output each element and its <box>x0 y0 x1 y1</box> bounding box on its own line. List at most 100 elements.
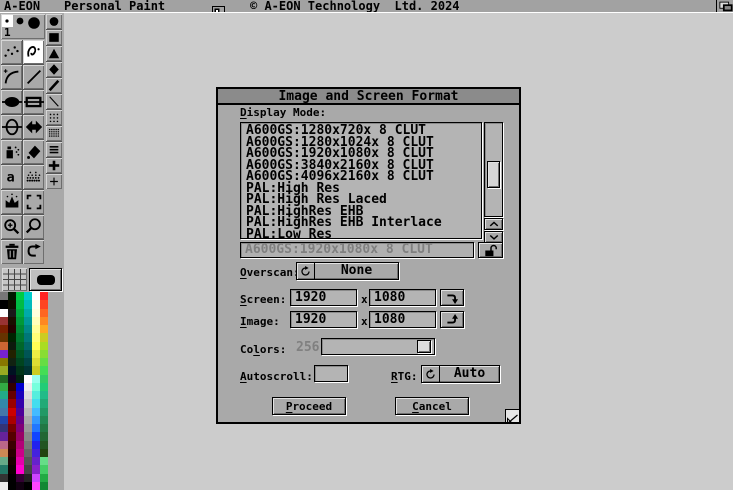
palette-swatch[interactable] <box>16 317 24 325</box>
palette-swatch[interactable] <box>0 432 8 440</box>
palette-swatch[interactable] <box>8 366 16 374</box>
palette-swatch[interactable] <box>32 383 40 391</box>
lock-button[interactable] <box>478 242 503 258</box>
airbrush-tool[interactable] <box>1 140 22 164</box>
palette-swatch[interactable] <box>24 416 32 424</box>
cancel-button[interactable]: Cancel <box>395 397 469 415</box>
freehand-tool[interactable] <box>23 40 44 64</box>
palette-swatch[interactable] <box>24 383 32 391</box>
palette-swatch[interactable] <box>40 424 48 432</box>
palette-swatch[interactable] <box>24 375 32 383</box>
plus-brush[interactable] <box>46 174 62 189</box>
palette-swatch[interactable] <box>16 482 24 490</box>
rectangle-tool[interactable] <box>23 90 44 114</box>
palette-swatch[interactable] <box>8 317 16 325</box>
palette-swatch[interactable] <box>32 309 40 317</box>
palette-swatch[interactable] <box>16 358 24 366</box>
palette-swatch[interactable] <box>24 309 32 317</box>
palette-swatch[interactable] <box>0 424 8 432</box>
palette-swatch[interactable] <box>0 399 8 407</box>
palette-swatch[interactable] <box>8 408 16 416</box>
palette-swatch[interactable] <box>32 325 40 333</box>
palette-swatch[interactable] <box>16 350 24 358</box>
palette-swatch[interactable] <box>32 441 40 449</box>
palette-swatch[interactable] <box>24 317 32 325</box>
cross-brush[interactable] <box>46 158 62 173</box>
palette-swatch[interactable] <box>32 465 40 473</box>
text-tool[interactable]: a <box>1 165 22 189</box>
palette-swatch[interactable] <box>8 424 16 432</box>
palette-swatch[interactable] <box>0 441 8 449</box>
autoscroll-field[interactable] <box>314 365 348 382</box>
palette-swatch[interactable] <box>40 309 48 317</box>
palette-swatch[interactable] <box>40 292 48 300</box>
transparency-grid-icon[interactable] <box>2 268 27 291</box>
display-mode-list[interactable]: A600GS:1280x720x 8 CLUTA600GS:1280x1024x… <box>240 122 482 239</box>
round-brush[interactable] <box>46 14 62 29</box>
dotted-freehand-tool[interactable] <box>1 40 22 64</box>
palette-swatch[interactable] <box>24 441 32 449</box>
palette-swatch[interactable] <box>24 391 32 399</box>
palette-swatch[interactable] <box>32 432 40 440</box>
palette-swatch[interactable] <box>16 333 24 341</box>
palette-swatch[interactable] <box>32 342 40 350</box>
palette-swatch[interactable] <box>16 399 24 407</box>
palette-swatch[interactable] <box>16 432 24 440</box>
palette-swatch[interactable] <box>8 383 16 391</box>
palette-swatch[interactable] <box>40 416 48 424</box>
palette-swatch[interactable] <box>16 465 24 473</box>
palette-swatch[interactable] <box>8 333 16 341</box>
palette-swatch[interactable] <box>24 474 32 482</box>
dense-dots-brush[interactable] <box>46 126 62 141</box>
palette-swatch[interactable] <box>24 333 32 341</box>
image-width-field[interactable]: 1920 <box>290 311 357 328</box>
palette-swatch[interactable] <box>8 457 16 465</box>
overscan-cycle[interactable]: None <box>296 262 399 280</box>
palette-swatch[interactable] <box>0 309 8 317</box>
lines-brush[interactable] <box>46 142 62 157</box>
palette-swatch[interactable] <box>0 408 8 416</box>
proceed-button[interactable]: Proceed <box>272 397 346 415</box>
palette-swatch[interactable] <box>16 449 24 457</box>
colors-slider[interactable] <box>321 338 435 355</box>
palette-swatch[interactable] <box>16 474 24 482</box>
palette-swatch[interactable] <box>16 300 24 308</box>
gradient-tool[interactable] <box>23 165 44 189</box>
palette-swatch[interactable] <box>40 441 48 449</box>
palette-swatch[interactable] <box>16 441 24 449</box>
polygon-tool[interactable] <box>23 115 44 139</box>
palette-swatch[interactable] <box>8 474 16 482</box>
mode-list-scrollbar[interactable] <box>484 122 503 217</box>
selected-mode-field[interactable]: A600GS:1920x1080x 8 CLUT <box>240 242 474 258</box>
scroll-up-button[interactable] <box>484 218 503 230</box>
dialog-titlebar[interactable]: Image and Screen Format <box>218 89 519 105</box>
sparse-dots-brush[interactable] <box>46 110 62 125</box>
palette-swatch[interactable] <box>24 325 32 333</box>
palette-swatch[interactable] <box>40 391 48 399</box>
palette-swatch[interactable] <box>40 350 48 358</box>
fill-tool[interactable] <box>23 140 44 164</box>
screen-width-field[interactable]: 1920 <box>290 289 357 306</box>
brush-size-selector[interactable]: 1 <box>1 14 45 39</box>
palette-swatch[interactable] <box>32 350 40 358</box>
palette-swatch[interactable] <box>24 358 32 366</box>
palette-swatch[interactable] <box>0 350 8 358</box>
brush-preview[interactable] <box>29 268 62 291</box>
palette-swatch[interactable] <box>0 300 8 308</box>
palette-swatch[interactable] <box>16 292 24 300</box>
mode-item[interactable]: PAL:Low Res <box>241 229 481 240</box>
diamond-brush[interactable] <box>46 62 62 77</box>
palette-swatch[interactable] <box>24 350 32 358</box>
palette-swatch[interactable] <box>0 333 8 341</box>
line-tool[interactable] <box>23 65 44 89</box>
palette-swatch[interactable] <box>8 449 16 457</box>
palette-swatch[interactable] <box>40 482 48 490</box>
palette-swatch[interactable] <box>40 449 48 457</box>
palette-swatch[interactable] <box>8 358 16 366</box>
palette-swatch[interactable] <box>16 383 24 391</box>
palette-swatch[interactable] <box>32 366 40 374</box>
palette-swatch[interactable] <box>40 342 48 350</box>
palette-swatch[interactable] <box>24 366 32 374</box>
palette-swatch[interactable] <box>32 449 40 457</box>
square-brush[interactable] <box>46 30 62 45</box>
